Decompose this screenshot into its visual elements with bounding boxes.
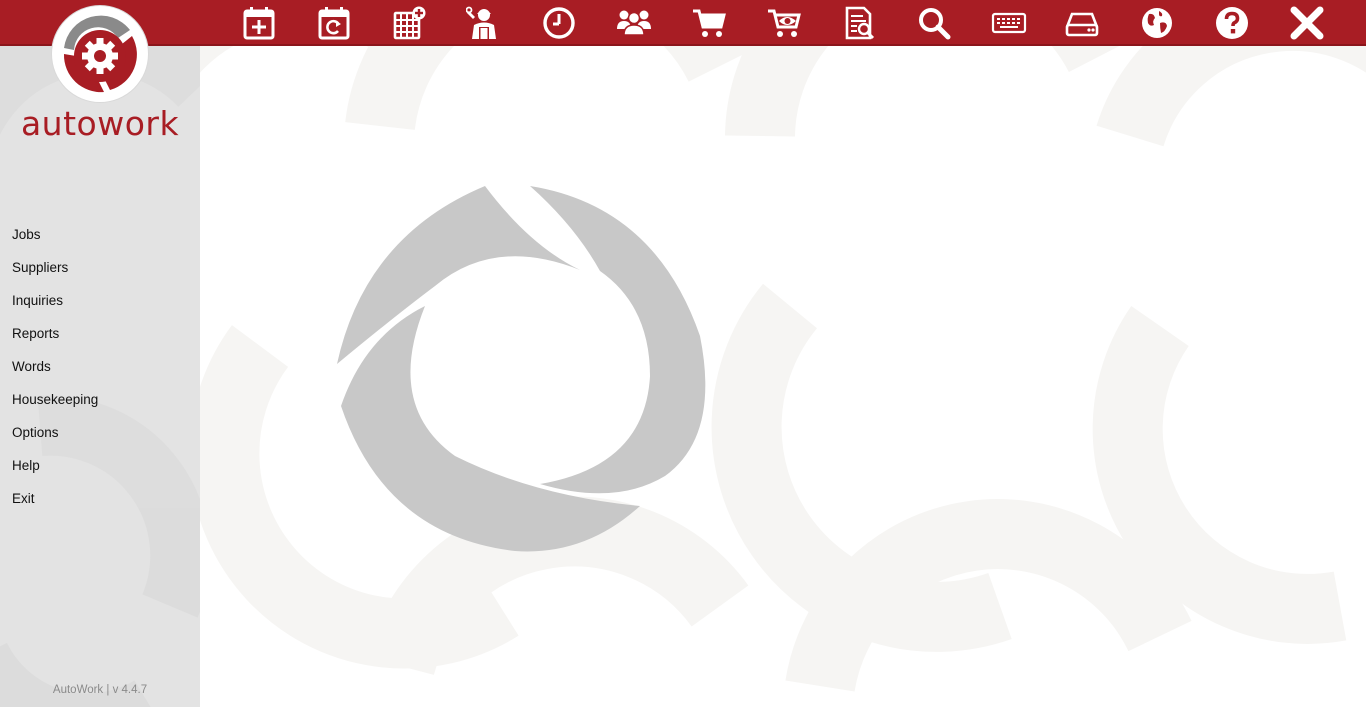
globe-icon <box>1142 8 1172 38</box>
sidebar-item-exit[interactable]: Exit <box>12 490 35 508</box>
sidebar-item-jobs[interactable]: Jobs <box>12 226 41 244</box>
help-icon <box>1216 7 1248 39</box>
brand-name: autowork <box>20 104 180 143</box>
sidebar-item-help[interactable]: Help <box>12 457 40 475</box>
sidebar-item-suppliers[interactable]: Suppliers <box>12 259 68 277</box>
top-toolbar <box>0 0 1366 46</box>
mechanic-button[interactable] <box>464 3 504 43</box>
gear-logo-icon <box>55 9 145 99</box>
customers-button[interactable] <box>614 3 654 43</box>
sidebar-item-housekeeping[interactable]: Housekeeping <box>12 391 98 409</box>
clock-icon <box>543 7 575 39</box>
calendar-grid-plus-icon <box>393 6 426 40</box>
document-search-button[interactable] <box>839 3 879 43</box>
document-search-icon <box>845 6 875 40</box>
schedule-button[interactable] <box>389 3 429 43</box>
calendar-refresh-icon <box>318 7 350 40</box>
repeat-job-button[interactable] <box>314 3 354 43</box>
new-job-button[interactable] <box>239 3 279 43</box>
sidebar-item-inquiries[interactable]: Inquiries <box>12 292 63 310</box>
cart-eye-icon <box>768 9 801 37</box>
drive-button[interactable] <box>1062 3 1102 43</box>
keyboard-icon <box>991 12 1027 34</box>
timesheet-button[interactable] <box>539 3 579 43</box>
main-workspace <box>200 46 1366 707</box>
app-logo <box>52 6 148 102</box>
help-button[interactable] <box>1212 3 1252 43</box>
search-button[interactable] <box>914 3 954 43</box>
users-icon <box>617 10 651 36</box>
search-icon <box>919 8 951 40</box>
sidebar-item-words[interactable]: Words <box>12 358 51 376</box>
close-icon <box>1290 6 1324 40</box>
mechanic-icon <box>466 6 496 39</box>
sidebar-item-options[interactable]: Options <box>12 424 59 442</box>
hard-drive-icon <box>1065 12 1099 37</box>
sidebar-background-pattern <box>0 46 200 707</box>
view-purchases-button[interactable] <box>764 3 804 43</box>
purchase-button[interactable] <box>689 3 729 43</box>
web-button[interactable] <box>1137 3 1177 43</box>
sidebar-item-reports[interactable]: Reports <box>12 325 59 343</box>
version-label: AutoWork | v 4.4.7 <box>52 684 148 696</box>
calendar-plus-icon <box>243 7 275 40</box>
keyboard-button[interactable] <box>989 3 1029 43</box>
close-button[interactable] <box>1287 3 1327 43</box>
autowork-watermark-emblem <box>337 186 706 552</box>
sidebar: Jobs Suppliers Inquiries Reports Words H… <box>0 46 200 707</box>
cart-icon <box>693 9 726 37</box>
